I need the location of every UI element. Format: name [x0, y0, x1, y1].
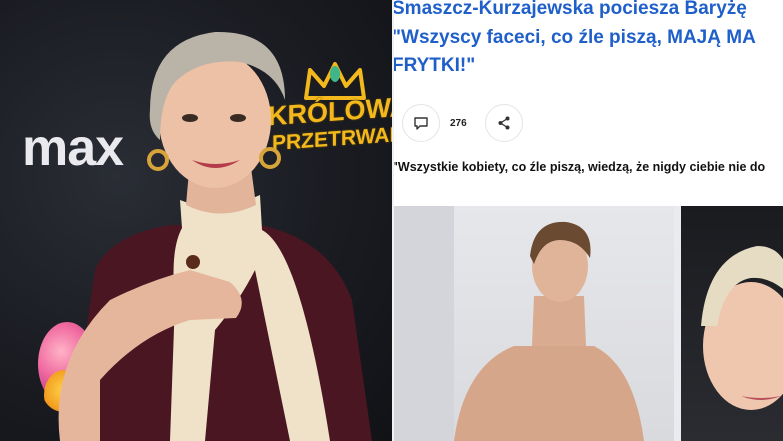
event-photo: max KRÓLOWA PRZETRWANIA — [0, 0, 392, 441]
comments-button[interactable] — [402, 104, 440, 142]
woman-portrait — [701, 246, 783, 410]
headline-line-3: FRYTKI!" — [394, 55, 476, 76]
man-figure — [394, 206, 644, 441]
article-lead-quote: "Wszystkie kobiety, co źle piszą, wiedzą… — [394, 160, 766, 174]
share-button[interactable] — [484, 104, 523, 142]
headline-line-1: Smaszcz-Kurzajewska pociesza Baryżę — [394, 0, 747, 19]
article-screenshot: Smaszcz-Kurzajewska pociesza Baryżę "Wsz… — [394, 0, 783, 441]
article-actions: 276 — [402, 103, 523, 143]
woman-figure — [58, 31, 372, 441]
article-image-woman — [681, 206, 783, 441]
article-image-man — [394, 206, 674, 441]
comment-icon — [414, 117, 428, 130]
comment-count: 276 — [450, 117, 467, 129]
article-image[interactable] — [394, 206, 783, 441]
headline-line-2: "Wszyscy faceci, co źle piszą, MAJĄ MA — [394, 27, 756, 48]
share-icon — [498, 116, 510, 130]
